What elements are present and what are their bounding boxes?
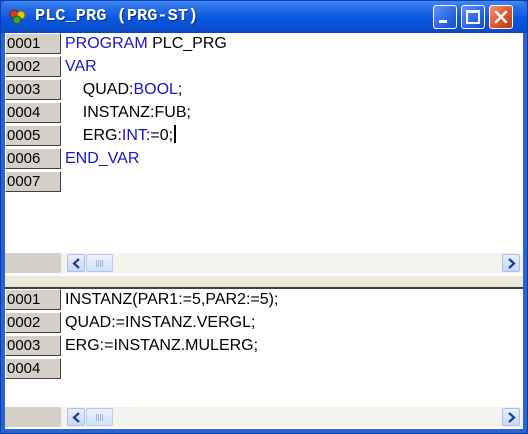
code-token: INSTANZ(PAR1:=5,PAR2:=5); <box>65 291 279 308</box>
code-text[interactable]: INSTANZ:FUB; <box>65 102 191 124</box>
editor-window: PLC_PRG (PRG-ST) 0001 PROGRAM PLC_PRG 0002… <box>0 0 528 434</box>
keyword-token: END_VAR <box>65 150 140 167</box>
scroll-left-button[interactable] <box>67 408 85 426</box>
line-number: 0003 <box>5 335 61 356</box>
body-hscrollbar[interactable] <box>5 407 523 427</box>
scroll-right-button[interactable] <box>502 408 520 426</box>
code-line[interactable]: 0004 INSTANZ:FUB; <box>5 102 523 124</box>
code-text[interactable]: ERG:INT:=0; <box>65 125 177 147</box>
code-text[interactable]: QUAD:BOOL; <box>65 79 183 101</box>
body-pane[interactable]: 0001 INSTANZ(PAR1:=5,PAR2:=5); 0002 QUAD:=I… <box>5 289 523 429</box>
line-number: 0001 <box>5 33 61 54</box>
line-number: 0007 <box>5 171 61 192</box>
code-line[interactable]: 0007 <box>5 171 523 193</box>
scroll-right-icon <box>508 258 516 269</box>
scroll-left-icon <box>72 258 80 269</box>
close-icon <box>494 10 508 24</box>
code-text[interactable]: END_VAR <box>65 148 139 170</box>
minimize-button[interactable] <box>433 5 457 29</box>
keyword-token: VAR <box>65 58 97 75</box>
code-text[interactable]: PROGRAM PLC_PRG <box>65 33 227 55</box>
window-title: PLC_PRG (PRG-ST) <box>35 7 199 26</box>
line-number: 0004 <box>5 102 61 123</box>
code-token: QUAD:=INSTANZ.VERGL; <box>65 314 256 331</box>
line-number: 0002 <box>5 312 61 333</box>
maximize-button[interactable] <box>461 5 485 29</box>
code-token: PLC_PRG <box>147 35 227 52</box>
scroll-left-button[interactable] <box>67 254 85 272</box>
line-number: 0004 <box>5 358 61 379</box>
code-token: ERG:=INSTANZ.MULERG; <box>65 337 259 354</box>
code-line[interactable]: 0005 ERG:INT:=0; <box>5 125 523 147</box>
code-line[interactable]: 0006 END_VAR <box>5 148 523 170</box>
keyword-token: BOOL <box>133 81 178 98</box>
line-number: 0002 <box>5 56 61 77</box>
code-token: INSTANZ:FUB; <box>82 104 191 121</box>
code-token: ERG: <box>82 127 122 144</box>
code-text[interactable]: ERG:=INSTANZ.MULERG; <box>65 335 258 357</box>
code-text[interactable]: QUAD:=INSTANZ.VERGL; <box>65 312 255 334</box>
keyword-token: INT <box>121 127 146 144</box>
maximize-icon <box>466 10 480 24</box>
line-number: 0003 <box>5 79 61 100</box>
close-button[interactable] <box>489 5 513 29</box>
code-text[interactable]: VAR <box>65 56 97 78</box>
code-line[interactable]: 0002 VAR <box>5 56 523 78</box>
scroll-track[interactable] <box>113 254 501 272</box>
scroll-track[interactable] <box>113 408 501 426</box>
code-line[interactable]: 0001 PROGRAM PLC_PRG <box>5 33 523 55</box>
plc-program-icon <box>9 9 27 25</box>
code-token: ; <box>177 81 183 98</box>
keyword-token: PROGRAM <box>65 35 148 52</box>
scroll-left-icon <box>72 412 80 423</box>
title-bar[interactable]: PLC_PRG (PRG-ST) <box>1 1 527 33</box>
code-line[interactable]: 0003 ERG:=INSTANZ.MULERG; <box>5 335 523 357</box>
declaration-pane[interactable]: 0001 PROGRAM PLC_PRG 0002 VAR 0003 QUAD:BOOL… <box>5 33 523 275</box>
code-token: QUAD: <box>82 81 134 98</box>
code-line[interactable]: 0004 <box>5 358 523 380</box>
code-token: :=0; <box>145 127 174 144</box>
scroll-thumb[interactable] <box>86 408 113 426</box>
line-number: 0005 <box>5 125 61 146</box>
code-line[interactable]: 0003 QUAD:BOOL; <box>5 79 523 101</box>
text-cursor <box>174 125 177 143</box>
pane-splitter[interactable] <box>5 275 523 289</box>
scroll-thumb[interactable] <box>86 254 113 272</box>
line-number: 0006 <box>5 148 61 169</box>
scroll-right-icon <box>508 412 516 423</box>
minimize-icon <box>439 20 447 23</box>
line-number: 0001 <box>5 289 61 310</box>
code-text[interactable]: INSTANZ(PAR1:=5,PAR2:=5); <box>65 289 278 311</box>
code-line[interactable]: 0001 INSTANZ(PAR1:=5,PAR2:=5); <box>5 289 523 311</box>
code-line[interactable]: 0002 QUAD:=INSTANZ.VERGL; <box>5 312 523 334</box>
declaration-hscrollbar[interactable] <box>5 253 523 273</box>
scroll-right-button[interactable] <box>502 254 520 272</box>
